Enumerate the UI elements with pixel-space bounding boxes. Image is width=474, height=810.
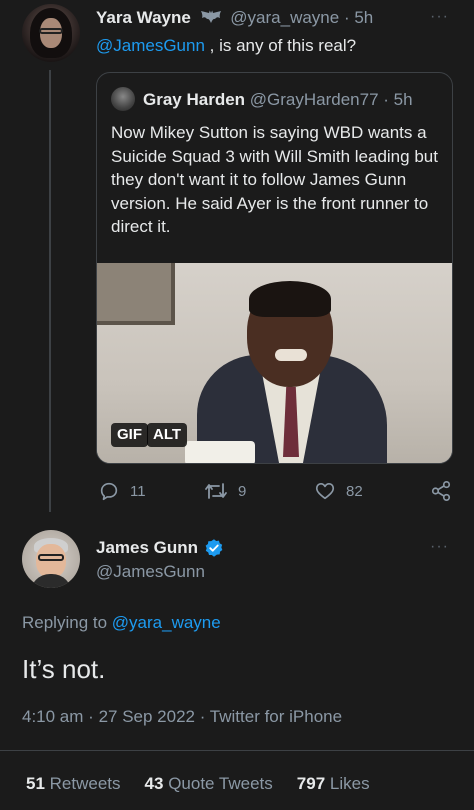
quoted-author-handle: @GrayHarden77 [249, 90, 379, 109]
reply-tweet-text: @JamesGunn , is any of this real? [96, 36, 356, 56]
reply-count: 11 [130, 482, 146, 500]
author-handle[interactable]: @yara_wayne [230, 8, 339, 27]
mention-link[interactable]: @JamesGunn [96, 36, 205, 55]
like-icon [315, 483, 335, 500]
likes-stat[interactable]: 797 Likes [297, 774, 370, 794]
share-button[interactable] [430, 480, 452, 502]
like-count: 82 [346, 482, 363, 500]
replying-to: Replying to @yara_wayne [22, 613, 221, 633]
more-icon[interactable]: ··· [430, 8, 449, 26]
quoted-author-name: Gray Harden [143, 90, 246, 109]
reply-icon [100, 482, 118, 501]
avatar-yara-wayne[interactable] [22, 4, 80, 62]
gif-media[interactable]: GIF ALT [97, 263, 452, 463]
retweet-count: 9 [238, 482, 247, 500]
quoted-tweet-header: Gray Harden @GrayHarden77 · 5h [143, 90, 413, 109]
batman-emoji-icon [200, 9, 222, 29]
avatar-james-gunn[interactable] [22, 530, 80, 588]
retweets-label: Retweets [49, 774, 121, 793]
divider [0, 750, 474, 751]
alt-badge[interactable]: ALT [147, 423, 188, 447]
likes-label: Likes [329, 774, 370, 793]
reply-button[interactable]: 11 [98, 480, 146, 502]
tweet-source[interactable]: Twitter for iPhone [210, 707, 342, 726]
author-name[interactable]: Yara Wayne [96, 8, 191, 27]
share-icon [431, 481, 451, 501]
tweet-stats: 51 Retweets 43 Quote Tweets 797 Likes [26, 774, 370, 794]
verified-badge-icon [205, 539, 223, 557]
main-author-name-row: James Gunn [96, 538, 224, 558]
retweet-button[interactable]: 9 [204, 480, 246, 502]
retweets-count: 51 [26, 774, 45, 793]
tweet-time[interactable]: 4:10 am [22, 707, 83, 726]
retweet-icon [205, 483, 227, 499]
main-more-icon[interactable]: ··· [430, 538, 449, 556]
avatar-gray-harden [111, 87, 135, 111]
retweets-stat[interactable]: 51 Retweets [26, 774, 121, 794]
replying-handle-link[interactable]: @yara_wayne [112, 613, 221, 632]
main-author-name[interactable]: James Gunn [96, 538, 198, 558]
quoted-tweet-card[interactable]: Gray Harden @GrayHarden77 · 5h Now Mikey… [96, 72, 453, 464]
quoted-tweet-time: 5h [393, 90, 413, 109]
tweet-meta: 4:10 am · 27 Sep 2022 · Twitter for iPho… [22, 707, 343, 726]
like-button[interactable]: 82 [314, 480, 363, 502]
reply-tweet-header: Yara Wayne @yara_wayne · 5h [96, 8, 374, 29]
reply-text-body: , is any of this real? [204, 36, 357, 55]
thread-connector-line [49, 70, 51, 512]
quote-tweets-label: Quote Tweets [168, 774, 273, 793]
quoted-tweet-text: Now Mikey Sutton is saying WBD wants a S… [111, 123, 438, 236]
quote-tweets-stat[interactable]: 43 Quote Tweets [145, 774, 273, 794]
main-tweet-text: It’s not. [22, 654, 106, 684]
likes-count: 797 [296, 774, 326, 793]
tweet-time[interactable]: 5h [354, 8, 373, 27]
replying-prefix: Replying to [22, 613, 112, 632]
main-author-handle[interactable]: @JamesGunn [96, 562, 205, 582]
quote-tweets-count: 43 [144, 774, 164, 793]
tweet-date[interactable]: 27 Sep 2022 [99, 707, 195, 726]
gif-badge: GIF [111, 423, 148, 447]
